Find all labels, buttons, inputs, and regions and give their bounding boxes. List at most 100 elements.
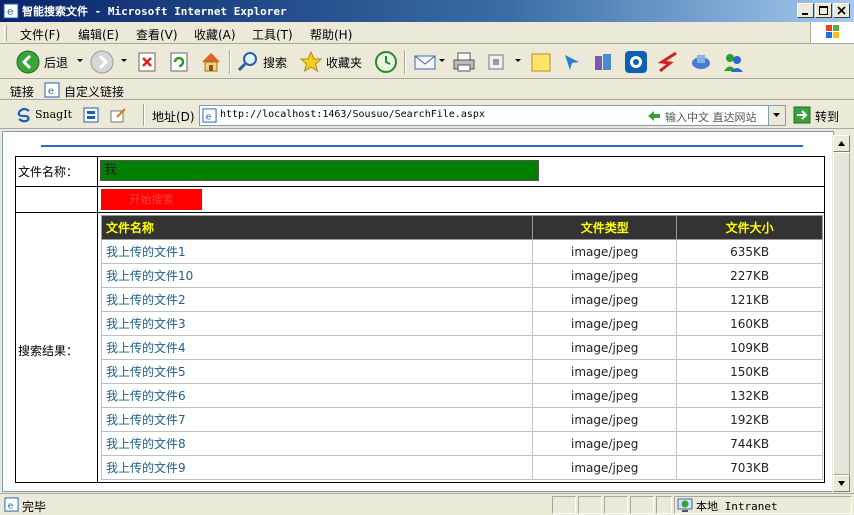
file-type: image/jpeg — [532, 359, 678, 384]
button-cell — [97, 186, 825, 213]
file-type: image/jpeg — [532, 263, 678, 288]
file-size: 121KB — [676, 287, 823, 312]
go-arrow-icon[interactable] — [793, 106, 811, 124]
close-icon — [837, 6, 846, 15]
file-name-link[interactable]: 我上传的文件5 — [100, 359, 534, 384]
bluetooth-icon[interactable] — [689, 50, 713, 74]
empty-cell — [15, 186, 98, 213]
favorites-label[interactable]: 收藏夹 — [326, 54, 362, 71]
menu-view[interactable]: 查看(V) — [136, 26, 178, 43]
search-label[interactable]: 搜索 — [263, 54, 287, 71]
file-name-link[interactable]: 我上传的文件4 — [100, 335, 534, 360]
maximize-button[interactable] — [815, 3, 832, 18]
file-name-link[interactable]: 我上传的文件7 — [100, 407, 534, 432]
file-size: 703KB — [676, 455, 823, 480]
address-input[interactable]: e http://localhost:1463/Sousuo/SearchFil… — [199, 105, 786, 126]
file-name-link[interactable]: 我上传的文件1 — [100, 239, 534, 264]
print-icon[interactable] — [452, 50, 476, 74]
table-row: 我上传的文件3 image/jpeg 160KB — [100, 311, 823, 336]
results-grid: 文件名称 文件类型 文件大小 我上传的文件1 image/jpeg 635KB … — [100, 215, 823, 480]
flashget-icon[interactable] — [656, 50, 680, 74]
messenger-icon[interactable] — [561, 50, 583, 74]
menu-help[interactable]: 帮助(H) — [310, 26, 352, 43]
close-button[interactable] — [833, 3, 850, 18]
table-row: 我上传的文件7 image/jpeg 192KB — [100, 407, 823, 432]
toolbar-separator — [404, 50, 406, 74]
stop-icon[interactable] — [136, 50, 158, 74]
scroll-thumb[interactable] — [833, 152, 850, 475]
address-hint: 输入中文 直达网站 — [665, 111, 757, 124]
note-icon[interactable] — [530, 50, 552, 74]
snagit-edit-icon[interactable] — [109, 106, 127, 124]
edit-dropdown-icon[interactable] — [515, 59, 521, 62]
file-type: image/jpeg — [532, 239, 678, 264]
svg-text:e: e — [7, 5, 14, 18]
menu-edit[interactable]: 编辑(E) — [78, 26, 119, 43]
research-icon[interactable] — [592, 50, 614, 74]
address-url: http://localhost:1463/Sousuo/SearchFile.… — [220, 109, 485, 120]
filename-label: 文件名称： — [15, 156, 98, 187]
scroll-down-icon — [838, 481, 845, 486]
messenger-people-icon[interactable] — [721, 50, 745, 74]
menu-file[interactable]: 文件(F) — [20, 26, 60, 43]
table-row: 我上传的文件6 image/jpeg 132KB — [100, 383, 823, 408]
file-size: 160KB — [676, 311, 823, 336]
forward-icon[interactable] — [90, 50, 114, 74]
table-row: 我上传的文件5 image/jpeg 150KB — [100, 359, 823, 384]
forward-dropdown-icon[interactable] — [121, 59, 127, 62]
mail-dropdown-icon[interactable] — [439, 59, 445, 62]
file-name-link[interactable]: 我上传的文件2 — [100, 287, 534, 312]
file-size: 744KB — [676, 431, 823, 456]
arrow-left-icon — [648, 111, 660, 121]
snagit-icon[interactable] — [16, 107, 32, 123]
search-button[interactable]: 开始搜索 — [101, 189, 202, 210]
grip — [4, 25, 7, 41]
scroll-down-button[interactable] — [833, 475, 850, 492]
vertical-scrollbar[interactable] — [832, 135, 850, 492]
search-icon[interactable] — [236, 50, 260, 74]
status-bar: e 完毕 本地 Intranet — [0, 493, 854, 515]
mail-icon[interactable] — [413, 50, 437, 74]
horizontal-rule — [41, 145, 803, 147]
back-dropdown-icon[interactable] — [77, 59, 83, 62]
home-icon[interactable] — [199, 50, 223, 74]
address-label: 地址(D) — [152, 110, 195, 124]
back-label[interactable]: 后退 — [44, 54, 68, 71]
file-name-link[interactable]: 我上传的文件6 — [100, 383, 534, 408]
player-icon[interactable] — [624, 50, 648, 74]
file-size: 635KB — [676, 239, 823, 264]
file-name-link[interactable]: 我上传的文件10 — [100, 263, 534, 288]
ie-window: e 智能搜索文件 - Microsoft Internet Explorer 文… — [0, 0, 854, 515]
table-row: 我上传的文件1 image/jpeg 635KB — [100, 239, 823, 264]
back-icon[interactable] — [16, 50, 40, 74]
maximize-icon — [819, 6, 828, 15]
refresh-icon[interactable] — [168, 50, 190, 74]
table-row: 我上传的文件9 image/jpeg 703KB — [100, 455, 823, 480]
table-row: 我上传的文件10 image/jpeg 227KB — [100, 263, 823, 288]
menu-favorites[interactable]: 收藏(A) — [194, 26, 236, 43]
snagit-capture-icon[interactable] — [82, 106, 100, 124]
intranet-zone-icon — [677, 498, 693, 512]
status-cell — [630, 496, 654, 514]
status-text: 完毕 — [22, 500, 47, 514]
file-name-link[interactable]: 我上传的文件8 — [100, 431, 534, 456]
favorites-star-icon[interactable] — [299, 50, 323, 74]
snagit-label[interactable]: SnagIt — [35, 108, 72, 121]
file-name-link[interactable]: 我上传的文件9 — [100, 455, 534, 480]
go-button[interactable]: 转到 — [815, 108, 839, 125]
custom-links-link[interactable]: 自定义链接 — [64, 83, 124, 100]
edit-icon[interactable] — [485, 50, 507, 74]
file-name-link[interactable]: 我上传的文件3 — [100, 311, 534, 336]
minimize-icon — [802, 13, 808, 15]
address-dropdown-button[interactable] — [768, 106, 785, 125]
file-type: image/jpeg — [532, 287, 678, 312]
file-type: image/jpeg — [532, 383, 678, 408]
svg-text:e: e — [206, 111, 212, 122]
ie-icon: e — [3, 3, 19, 19]
scroll-up-button[interactable] — [833, 135, 850, 152]
history-icon[interactable] — [374, 50, 398, 74]
minimize-button[interactable] — [797, 3, 814, 18]
window-title: 智能搜索文件 - Microsoft Internet Explorer — [22, 5, 287, 18]
menu-tools[interactable]: 工具(T) — [252, 26, 293, 43]
filename-input[interactable]: 我 — [100, 160, 539, 181]
